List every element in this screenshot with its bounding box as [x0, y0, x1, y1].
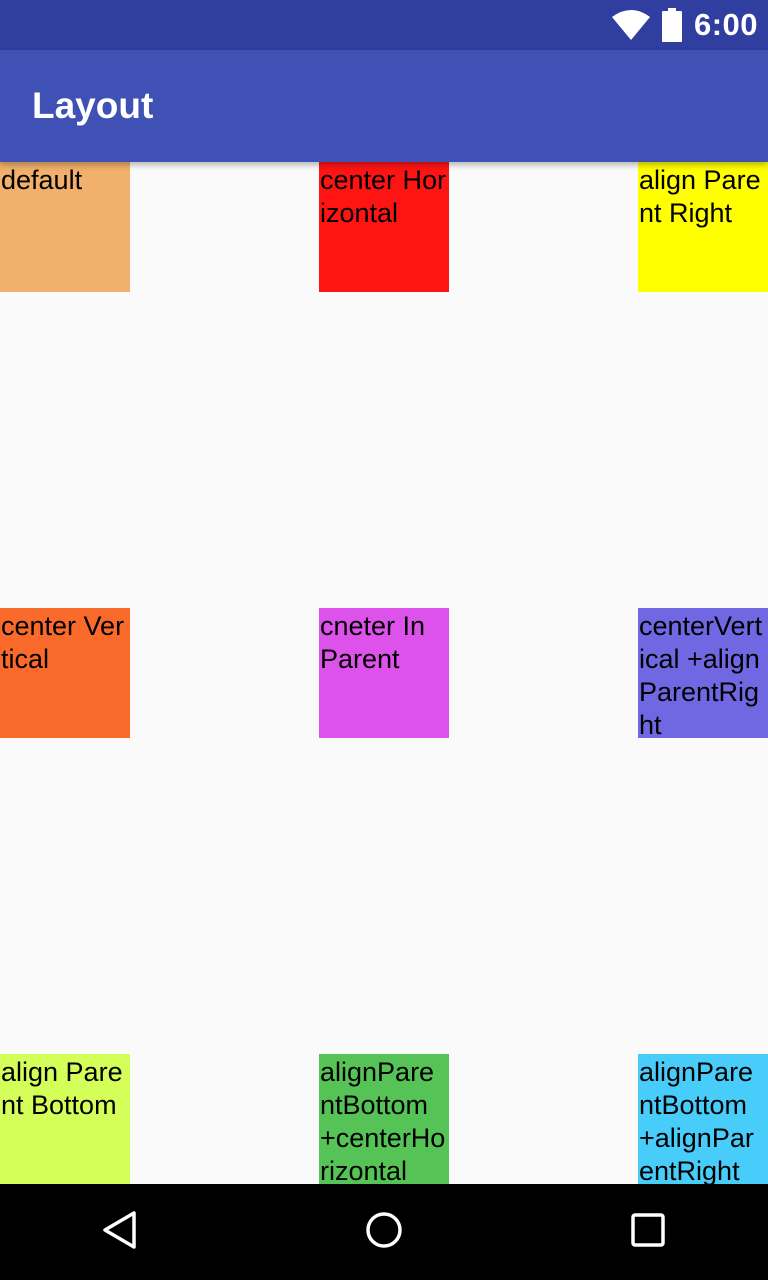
status-time: 6:00 [693, 7, 758, 42]
status-icons: 6:00 [611, 0, 758, 50]
back-icon [100, 1210, 140, 1255]
home-icon [364, 1210, 404, 1255]
box-center-horizontal: center Horizontal [319, 162, 449, 292]
box-center-vertical-align-parent-right: centerVertical +alignParentRight [638, 608, 768, 738]
box-align-parent-right: align Parent Right [638, 162, 768, 292]
app-bar: Layout [0, 50, 768, 162]
relative-layout-content: default center Horizontal align Parent R… [0, 162, 768, 1184]
box-align-parent-bottom: align Parent Bottom [0, 1054, 130, 1184]
recents-icon [630, 1212, 666, 1253]
box-default: default [0, 162, 130, 292]
recents-button[interactable] [588, 1184, 708, 1280]
app-title: Layout [32, 85, 154, 126]
box-center-in-parent: cneter In Parent [319, 608, 449, 738]
home-button[interactable] [324, 1184, 444, 1280]
status-bar: 6:00 [0, 0, 768, 50]
box-center-vertical: center Vertical [0, 608, 130, 738]
battery-icon [661, 8, 682, 42]
box-align-parent-bottom-center-horizontal: alignParentBottom +centerHorizontal [319, 1054, 449, 1184]
box-align-parent-bottom-align-parent-right: alignParentBottom +alignParentRight [638, 1054, 768, 1184]
navigation-bar [0, 1184, 768, 1280]
back-button[interactable] [60, 1184, 180, 1280]
wifi-icon [611, 10, 650, 40]
